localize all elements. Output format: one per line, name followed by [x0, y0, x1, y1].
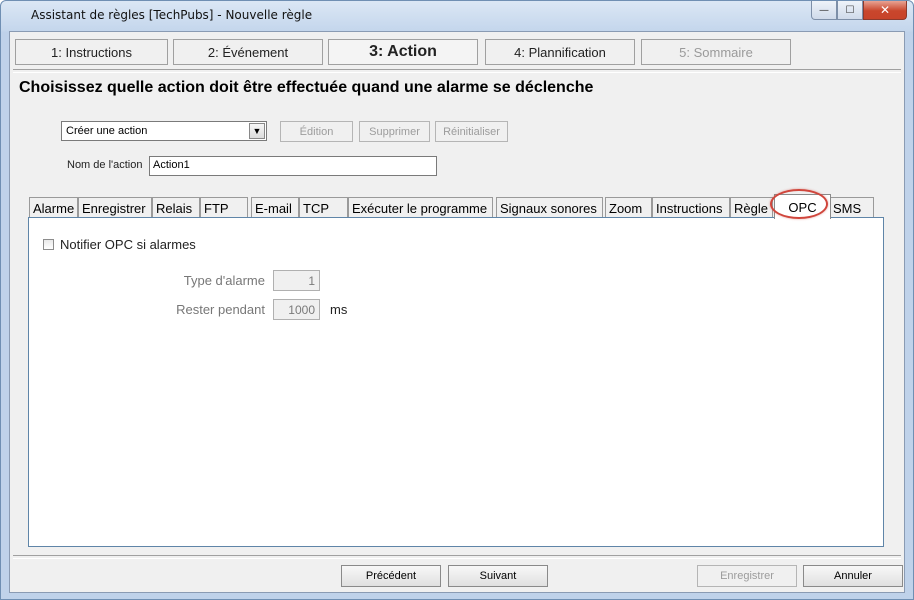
- edit-button: Édition: [280, 121, 353, 142]
- previous-button[interactable]: Précédent: [341, 565, 441, 587]
- page-heading: Choisissez quelle action doit être effec…: [19, 79, 594, 96]
- tab-relais[interactable]: Relais: [152, 197, 200, 218]
- tab-tcp[interactable]: TCP: [299, 197, 348, 218]
- step-instructions[interactable]: 1: Instructions: [15, 39, 168, 65]
- wizard-window: Assistant de règles [TechPubs] - Nouvell…: [0, 0, 914, 600]
- tab-regle[interactable]: Règle: [730, 197, 773, 218]
- tab-beeps[interactable]: Signaux sonores: [496, 197, 603, 218]
- tab-email[interactable]: E-mail: [251, 197, 299, 218]
- delete-button: Supprimer: [359, 121, 430, 142]
- chevron-down-icon[interactable]: ▼: [249, 123, 265, 139]
- steps-divider: [13, 69, 901, 73]
- action-name-label: Nom de l'action: [67, 159, 143, 171]
- action-select-value: Créer une action: [66, 125, 148, 137]
- close-button[interactable]: ✕: [863, 1, 907, 20]
- tab-instructions[interactable]: Instructions: [652, 197, 730, 218]
- tab-zoom[interactable]: Zoom: [605, 197, 652, 218]
- tab-enregistrer[interactable]: Enregistrer: [78, 197, 152, 218]
- window-title: Assistant de règles [TechPubs] - Nouvell…: [31, 8, 313, 22]
- opc-tab-panel: Notifier OPC si alarmes Type d'alarme 1 …: [28, 217, 884, 547]
- tab-ftp[interactable]: FTP: [200, 197, 248, 218]
- action-name-input[interactable]: Action1: [149, 156, 437, 176]
- step-event[interactable]: 2: Événement: [173, 39, 323, 65]
- alarm-type-field: 1: [273, 270, 320, 291]
- minimize-button[interactable]: —: [811, 1, 837, 20]
- opc-tab-highlight: [770, 189, 828, 219]
- duration-unit: ms: [330, 302, 348, 317]
- next-button[interactable]: Suivant: [448, 565, 548, 587]
- wizard-steps: 1: Instructions 2: Événement 3: Action 4…: [10, 32, 904, 70]
- tab-run-program[interactable]: Exécuter le programme: [348, 197, 493, 218]
- duration-field: 1000: [273, 299, 320, 320]
- cancel-button[interactable]: Annuler: [803, 565, 903, 587]
- close-icon: ✕: [879, 3, 891, 17]
- notify-opc-checkbox[interactable]: [43, 239, 54, 250]
- reset-button: Réinitialiser: [435, 121, 508, 142]
- step-action[interactable]: 3: Action: [328, 39, 478, 65]
- title-bar: Assistant de règles [TechPubs] - Nouvell…: [1, 1, 913, 31]
- window-controls: — ☐ ✕: [811, 1, 907, 21]
- alarm-type-label: Type d'alarme: [183, 273, 265, 288]
- tab-alarme[interactable]: Alarme: [29, 197, 78, 218]
- maximize-icon: ☐: [845, 4, 855, 16]
- tab-sms[interactable]: SMS: [829, 197, 874, 218]
- action-select[interactable]: Créer une action ▼: [61, 121, 267, 141]
- footer-divider: [13, 555, 901, 559]
- minimize-icon: —: [819, 4, 829, 16]
- duration-label: Rester pendant: [176, 302, 265, 317]
- wizard-client-area: 1: Instructions 2: Événement 3: Action 4…: [9, 31, 905, 593]
- save-button: Enregistrer: [697, 565, 797, 587]
- maximize-button[interactable]: ☐: [837, 1, 863, 20]
- step-planning[interactable]: 4: Plannification: [485, 39, 635, 65]
- step-summary: 5: Sommaire: [641, 39, 791, 65]
- notify-opc-label[interactable]: Notifier OPC si alarmes: [60, 237, 196, 252]
